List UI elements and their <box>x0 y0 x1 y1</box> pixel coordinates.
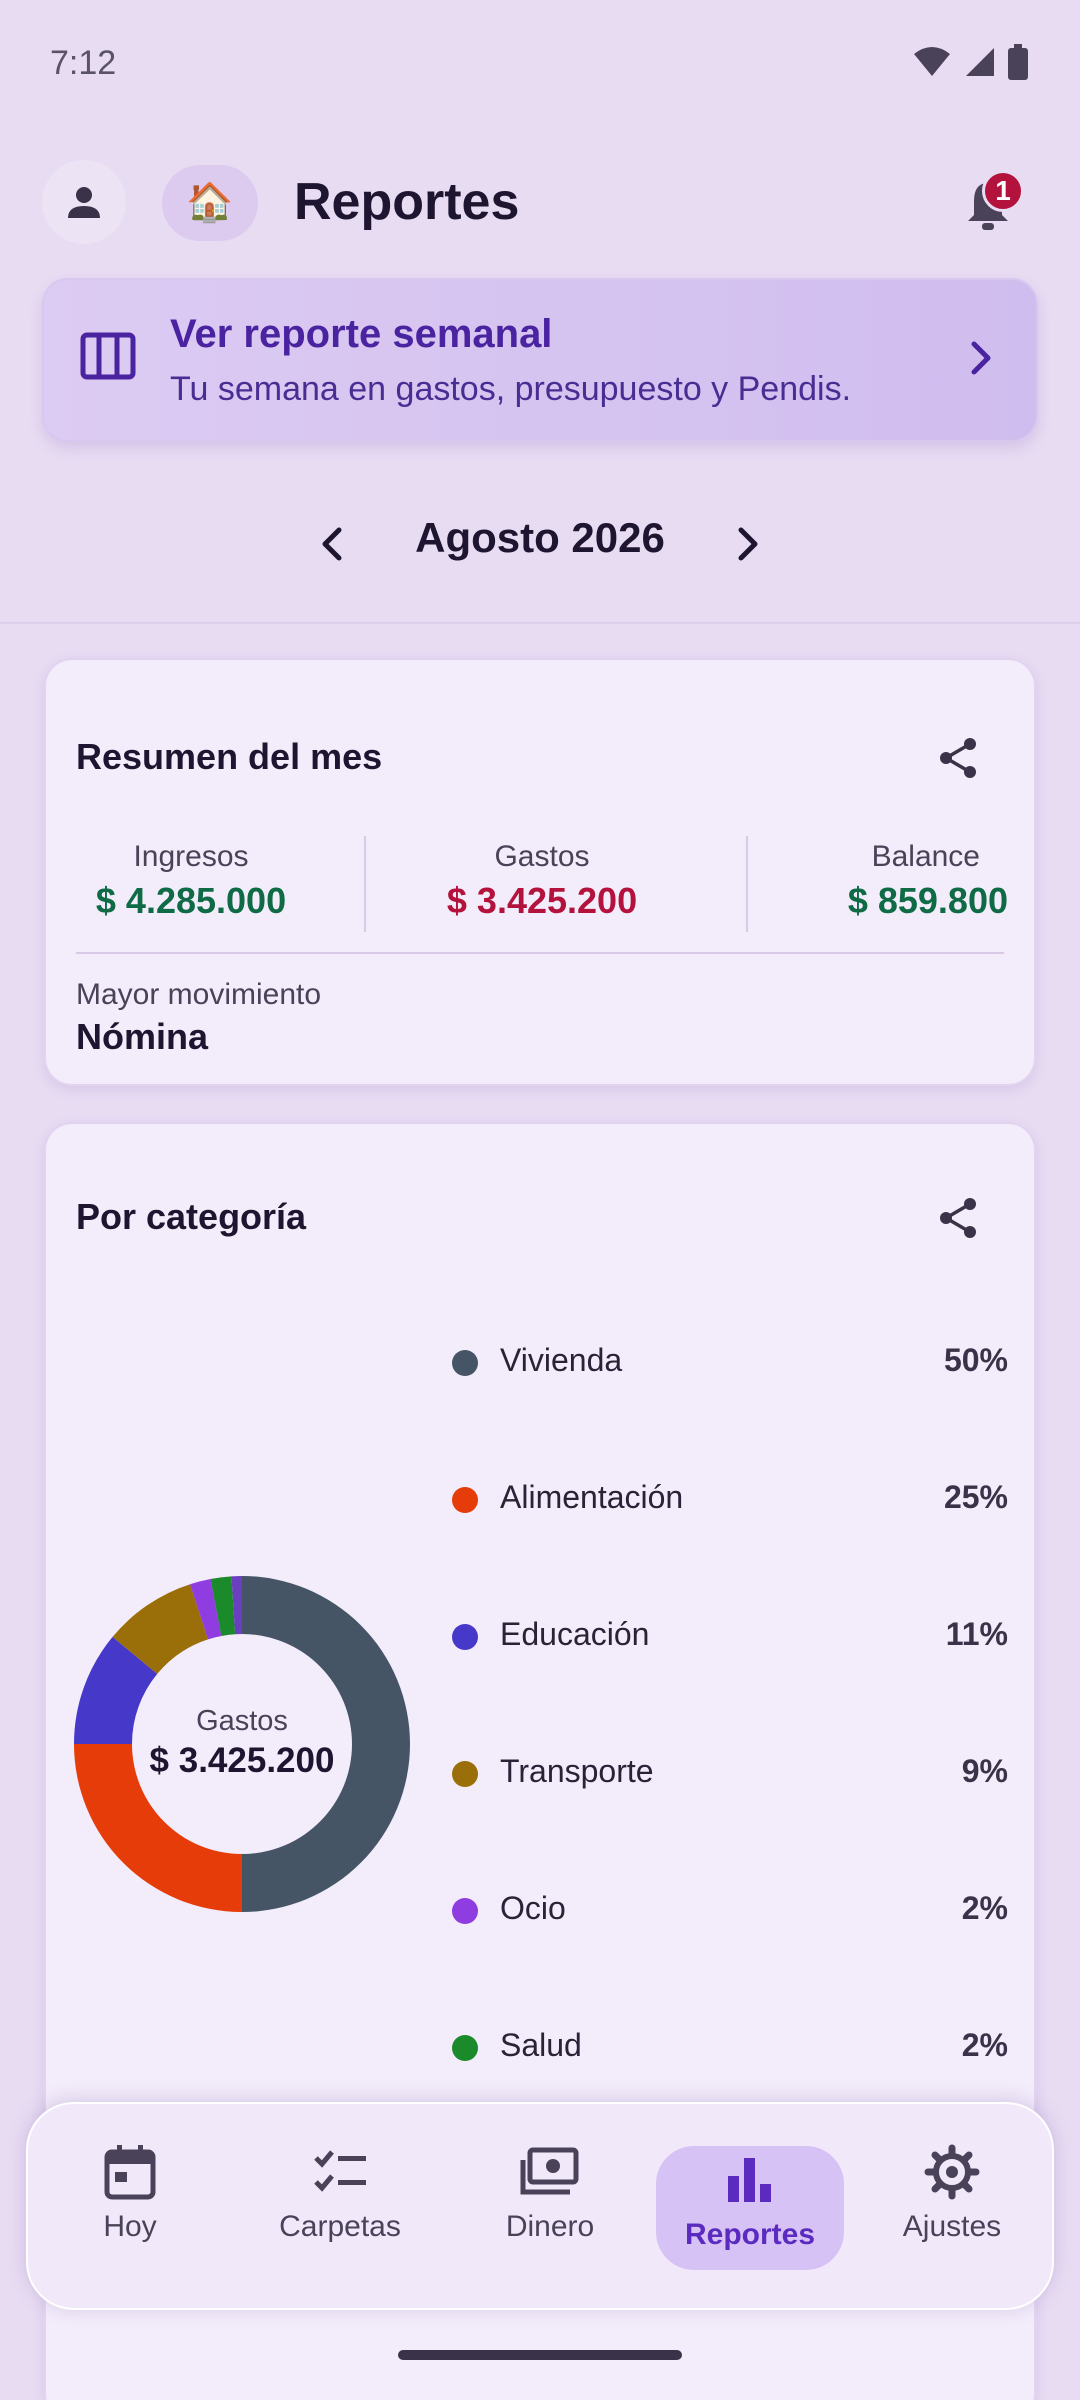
house-emoji-icon: 🏠 <box>186 182 234 224</box>
legend-category-name: Transporte <box>500 1753 654 1789</box>
month-selector: Agosto 2026 <box>0 500 1080 580</box>
largest-movement-value: Nómina <box>76 1016 209 1057</box>
donut-center-value: $ 3.425.200 <box>150 1741 335 1780</box>
weekly-report-title: Ver reporte semanal <box>170 312 553 356</box>
legend-swatch <box>452 1350 478 1376</box>
legend-item: Alimentación 25% <box>452 1473 1008 1523</box>
share-icon <box>940 738 976 778</box>
legend-category-name: Educación <box>500 1616 650 1652</box>
legend-category-name: Salud <box>500 2027 582 2063</box>
legend-swatch <box>452 1624 478 1650</box>
home-space-chip[interactable]: 🏠 <box>162 165 258 241</box>
legend-item: Ocio 2% <box>452 1884 1008 1934</box>
income-summary: Ingresos $ 4.285.000 <box>76 840 306 940</box>
nav-label: Carpetas <box>279 2210 401 2243</box>
wifi-icon <box>914 47 950 76</box>
expenses-value: $ 3.425.200 <box>446 880 638 921</box>
notifications-button[interactable]: 1 <box>946 164 1030 248</box>
legend-swatch <box>452 1487 478 1513</box>
expenses-label: Gastos <box>494 840 590 873</box>
legend-percent: 25% <box>943 1479 1008 1515</box>
nav-item-hoy[interactable]: Hoy <box>40 2144 220 2274</box>
status-icons <box>912 44 1028 80</box>
legend-item: Salud 2% <box>452 2021 1008 2071</box>
legend-percent: 9% <box>961 1753 1008 1789</box>
signal-icon <box>966 48 994 76</box>
donut-center-label: Gastos <box>196 1705 288 1737</box>
chevron-left-icon <box>322 527 342 561</box>
nav-label: Dinero <box>505 2210 595 2243</box>
money-icon <box>520 2147 579 2195</box>
legend-swatch <box>452 1898 478 1924</box>
notification-badge: 1 <box>982 170 1024 212</box>
share-icon <box>940 1198 976 1238</box>
legend-item: Transporte 9% <box>452 1747 1008 1797</box>
calendar-icon <box>104 2145 156 2200</box>
balance-value: $ 859.800 <box>847 880 1008 921</box>
share-category-button[interactable] <box>930 1190 986 1246</box>
legend-percent: 2% <box>961 2027 1008 2063</box>
bottom-navigation: Hoy Carpetas Dinero Reportes Ajustes <box>26 2102 1054 2310</box>
balance-label: Balance <box>871 840 980 873</box>
income-value: $ 4.285.000 <box>95 880 287 921</box>
view-week-icon <box>80 332 136 380</box>
monthly-summary-card: Resumen del mes Ingresos $ 4.285.000 Gas… <box>44 658 1036 1086</box>
next-month-button[interactable] <box>716 512 780 576</box>
nav-item-carpetas[interactable]: Carpetas <box>250 2144 430 2274</box>
nav-item-ajustes[interactable]: Ajustes <box>862 2144 1042 2274</box>
profile-button[interactable] <box>42 160 126 244</box>
share-summary-button[interactable] <box>930 730 986 786</box>
legend-percent: 11% <box>945 1616 1008 1652</box>
chevron-right-icon <box>738 527 758 561</box>
page-title: Reportes <box>294 173 520 231</box>
legend-percent: 2% <box>961 1890 1008 1926</box>
summary-title: Resumen del mes <box>76 736 383 777</box>
checklist-icon <box>314 2150 366 2192</box>
summary-horizontal-divider <box>76 952 1004 954</box>
legend-item: Vivienda 50% <box>452 1336 1008 1386</box>
weekly-report-subtitle: Tu semana en gastos, presupuesto y Pendi… <box>170 370 852 408</box>
gear-icon <box>924 2144 980 2200</box>
nav-label: Reportes <box>684 2218 816 2251</box>
category-donut-chart: Gastos $ 3.425.200 <box>74 1576 410 1912</box>
largest-movement-label: Mayor movimiento <box>76 978 322 1011</box>
person-icon <box>68 187 100 218</box>
previous-month-button[interactable] <box>300 512 364 576</box>
legend-item: Educación 11% <box>452 1610 1008 1660</box>
weekly-report-banner[interactable]: Ver reporte semanal Tu semana en gastos,… <box>42 278 1038 442</box>
bar-chart-icon <box>728 2158 771 2202</box>
legend-swatch <box>452 1761 478 1787</box>
legend-category-name: Alimentación <box>500 1479 684 1515</box>
income-label: Ingresos <box>133 840 249 873</box>
category-title: Por categoría <box>76 1196 307 1237</box>
balance-summary: Balance $ 859.800 <box>776 840 1008 940</box>
status-bar: 7:12 <box>0 0 1080 130</box>
top-app-bar: 🏠 Reportes 1 <box>0 150 1080 260</box>
section-divider <box>0 622 1080 624</box>
legend-swatch <box>452 2035 478 2061</box>
expenses-summary: Gastos $ 3.425.200 <box>402 840 682 940</box>
month-label: Agosto 2026 <box>415 514 665 561</box>
chevron-right-icon <box>971 341 991 375</box>
nav-label: Hoy <box>103 2210 157 2243</box>
nav-item-reportes[interactable]: Reportes <box>656 2146 844 2270</box>
legend-percent: 50% <box>943 1342 1008 1378</box>
legend-category-name: Ocio <box>500 1890 566 1926</box>
summary-divider <box>746 836 748 932</box>
nav-label: Ajustes <box>902 2210 1002 2243</box>
legend-category-name: Vivienda <box>500 1342 623 1378</box>
nav-item-dinero[interactable]: Dinero <box>460 2144 640 2274</box>
summary-divider <box>364 836 366 932</box>
status-time: 7:12 <box>50 44 117 82</box>
battery-icon <box>1008 44 1028 80</box>
home-indicator <box>398 2350 682 2360</box>
